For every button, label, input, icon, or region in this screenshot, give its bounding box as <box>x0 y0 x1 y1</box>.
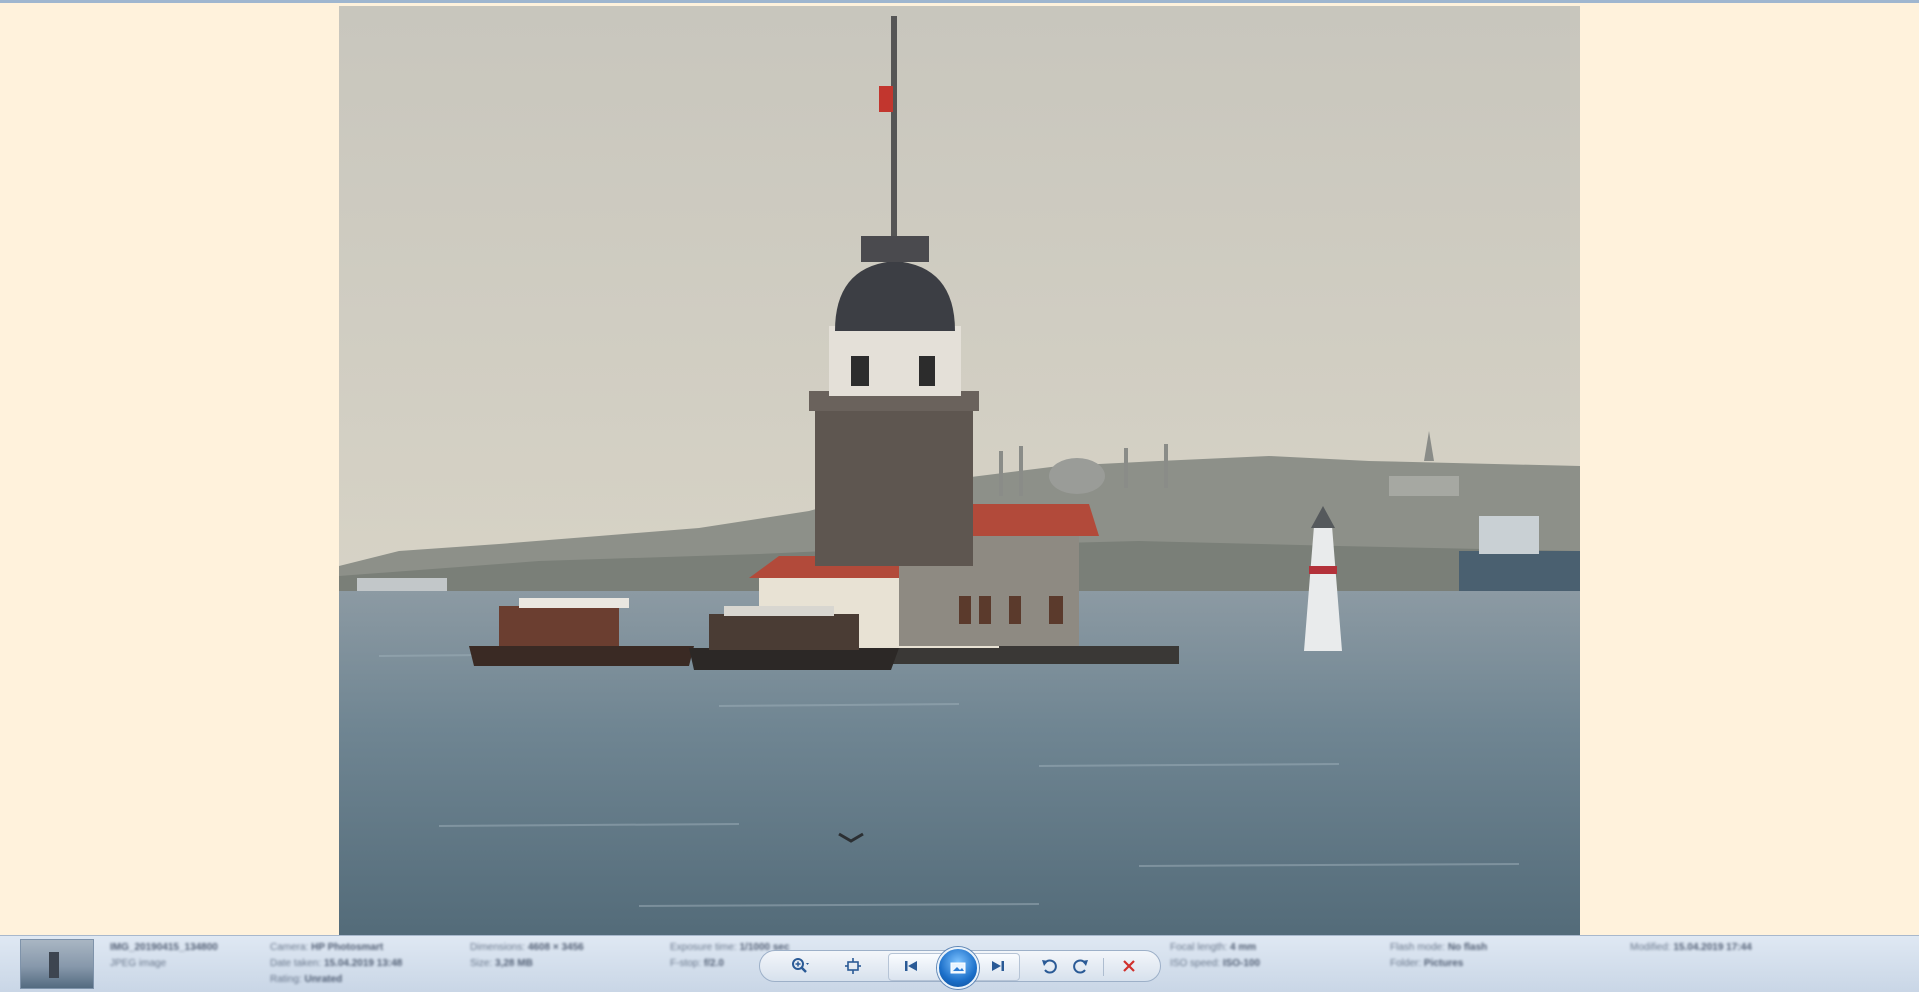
detail-label: Exposure time: <box>670 942 737 953</box>
photo-scene <box>339 6 1580 938</box>
detail-value: No flash <box>1447 942 1488 953</box>
fit-to-window-icon <box>845 958 861 974</box>
previous-button[interactable] <box>898 955 924 977</box>
zoom-icon <box>792 958 809 973</box>
detail-value: HP Photosmart <box>311 942 384 953</box>
detail-value: 15.04.2019 13:48 <box>323 958 403 969</box>
detail-label: Date taken: <box>270 958 322 969</box>
detail-value: 15.04.2019 17:44 <box>1673 942 1752 953</box>
detail-label: F-stop: <box>670 958 702 969</box>
file-thumbnail <box>20 939 94 989</box>
image-viewer-area <box>0 3 1919 938</box>
viewer-controls <box>759 947 1161 989</box>
photo <box>339 6 1580 938</box>
detail-value: 4608 × 3456 <box>527 942 584 953</box>
detail-label: ISO speed: <box>1170 958 1221 969</box>
detail-label: Rating: <box>270 974 302 985</box>
separator <box>1103 958 1104 976</box>
detail-value: ISO-100 <box>1222 958 1261 969</box>
file-name: IMG_20190415_134800 <box>110 942 218 953</box>
rotate-right-button[interactable] <box>1068 955 1094 977</box>
detail-label: Dimensions: <box>470 942 526 953</box>
file-type: JPEG image <box>110 958 167 969</box>
rotate-left-icon <box>1042 959 1057 974</box>
rotate-left-button[interactable] <box>1036 955 1062 977</box>
next-icon <box>992 961 1004 971</box>
details-column-2: Dimensions: 4608 × 3456 Size: 3,28 MB <box>470 940 584 972</box>
detail-label: Flash mode: <box>1390 942 1446 953</box>
detail-label: Size: <box>470 958 493 969</box>
delete-icon <box>1123 960 1135 972</box>
detail-value: f/2.0 <box>703 958 724 969</box>
detail-label: Modified: <box>1630 942 1671 953</box>
previous-icon <box>905 961 917 971</box>
details-column-6: Modified: 15.04.2019 17:44 <box>1630 940 1752 956</box>
rotate-right-icon <box>1073 959 1088 974</box>
detail-value: 3,28 MB <box>495 958 533 969</box>
detail-value: Unrated <box>304 974 343 985</box>
detail-label: Camera: <box>270 942 309 953</box>
delete-button[interactable] <box>1116 955 1142 977</box>
slideshow-button[interactable] <box>937 947 979 989</box>
slideshow-icon <box>950 962 966 974</box>
details-column-1: Camera: HP Photosmart Date taken: 15.04.… <box>270 940 402 988</box>
detail-label: Folder: <box>1390 958 1422 969</box>
detail-value: Pictures <box>1423 958 1464 969</box>
zoom-button[interactable] <box>782 955 818 977</box>
details-column-5: Flash mode: No flash Folder: Pictures <box>1390 940 1487 972</box>
fit-to-window-button[interactable] <box>840 955 866 977</box>
details-pane: IMG_20190415_134800 JPEG image Camera: H… <box>0 935 1919 992</box>
next-button[interactable] <box>985 955 1011 977</box>
detail-value: 4 mm <box>1230 942 1257 953</box>
details-column-4: Focal length: 4 mm ISO speed: ISO-100 <box>1170 940 1260 972</box>
details-name-column: IMG_20190415_134800 JPEG image <box>110 940 218 972</box>
detail-label: Focal length: <box>1170 942 1228 953</box>
